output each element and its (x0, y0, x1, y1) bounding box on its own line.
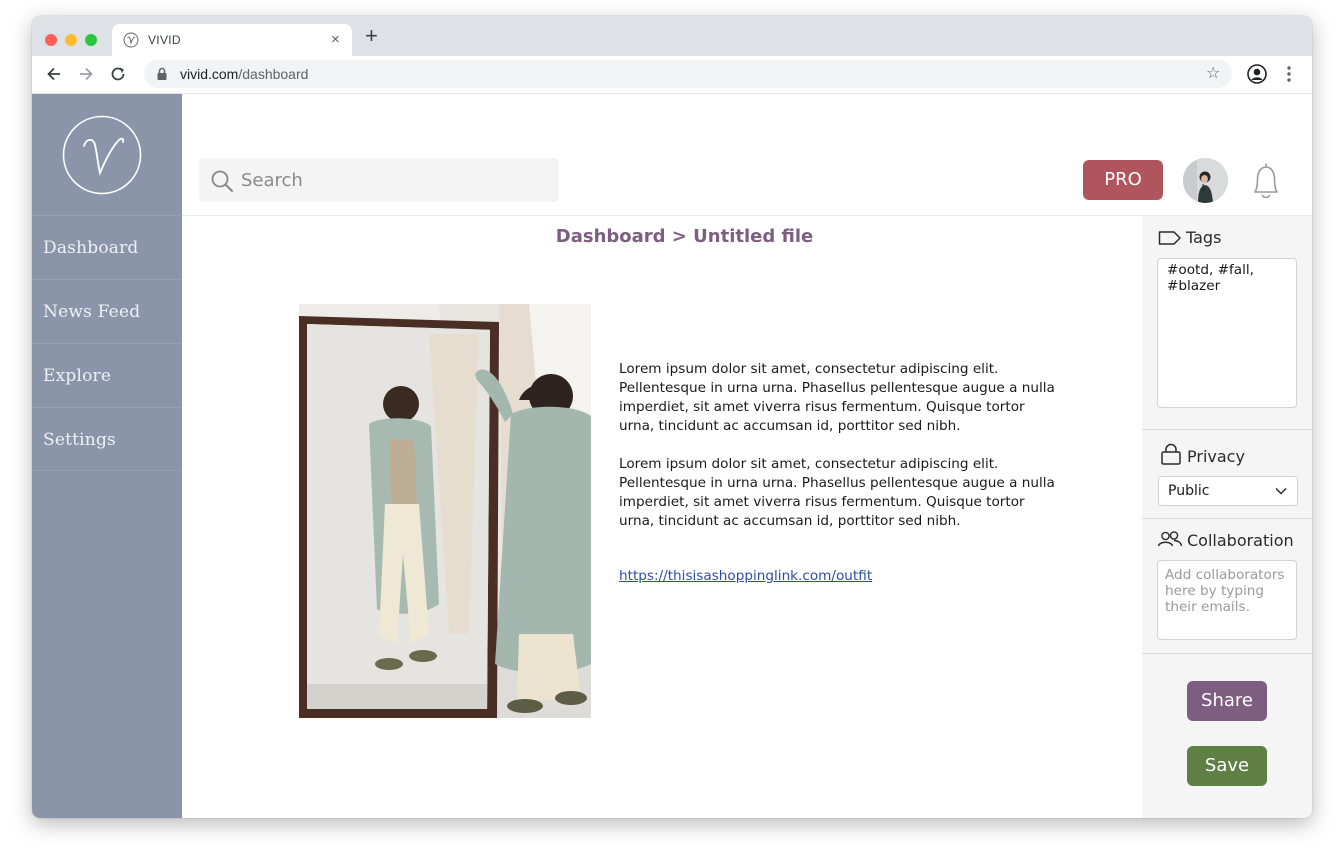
reload-icon[interactable] (108, 64, 128, 84)
url-domain: vivid.com (180, 66, 239, 82)
collaborators-field[interactable] (1157, 560, 1297, 640)
collaboration-title: Collaboration (1187, 531, 1294, 550)
avatar[interactable] (1183, 158, 1228, 203)
divider (1142, 653, 1312, 654)
minimize-window-button[interactable] (65, 34, 77, 46)
address-bar[interactable]: vivid.com/dashboard ☆ (144, 60, 1232, 88)
search-input[interactable] (241, 165, 541, 195)
more-icon[interactable] (1282, 64, 1296, 84)
chevron-down-icon (1275, 487, 1287, 495)
search-bar[interactable] (199, 158, 559, 202)
app-root: Dashboard News Feed Explore Settings PRO (32, 94, 1312, 818)
url-path: /dashboard (238, 66, 309, 82)
browser-tab[interactable]: VIVID × (112, 24, 352, 56)
browser-window: VIVID × + vivid.com/dashboard ☆ Dashboar… (32, 16, 1312, 818)
back-icon[interactable] (44, 64, 64, 84)
breadcrumb: Dashboard > Untitled file (555, 226, 814, 247)
top-header: PRO (182, 94, 1312, 216)
bell-icon[interactable] (1248, 161, 1284, 201)
search-icon (211, 170, 233, 192)
pro-button[interactable]: PRO (1083, 160, 1163, 200)
star-icon[interactable]: ☆ (1206, 63, 1220, 82)
tags-field[interactable]: #ootd, #fall, #blazer (1157, 258, 1297, 408)
shopping-link[interactable]: https://thisisashoppinglink.com/outfit (619, 568, 872, 584)
share-button[interactable]: Share (1187, 681, 1267, 721)
maximize-window-button[interactable] (85, 34, 97, 46)
tags-title: Tags (1186, 228, 1222, 247)
right-panel: Tags #ootd, #fall, #blazer Privacy Publi… (1142, 216, 1312, 818)
forward-icon[interactable] (76, 64, 96, 84)
people-icon (1157, 531, 1183, 547)
tab-title: VIVID (148, 33, 181, 47)
profile-icon[interactable] (1247, 64, 1267, 84)
url-text: vivid.com/dashboard (180, 66, 308, 82)
privacy-title: Privacy (1187, 447, 1245, 466)
outfit-photo (299, 304, 591, 718)
browser-toolbar: vivid.com/dashboard ☆ (32, 56, 1312, 94)
tab-close-icon[interactable]: × (331, 31, 340, 48)
privacy-select[interactable]: Public (1158, 476, 1298, 506)
post-text: Lorem ipsum dolor sit amet, consectetur … (619, 360, 1059, 550)
main-content: Dashboard > Untitled file Lorem ipsum do… (182, 216, 1142, 818)
divider (1142, 429, 1312, 430)
close-window-button[interactable] (45, 34, 57, 46)
lock-icon (157, 67, 167, 80)
paragraph: Lorem ipsum dolor sit amet, consectetur … (619, 361, 1055, 434)
tab-strip: VIVID × + (32, 16, 1312, 56)
sidebar-item-dashboard[interactable]: Dashboard (32, 215, 182, 279)
padlock-icon (1161, 443, 1181, 465)
privacy-value: Public (1168, 483, 1210, 499)
tag-icon (1158, 231, 1181, 245)
outfit-photo-illustration (299, 304, 591, 718)
divider (1142, 518, 1312, 519)
sidebar-item-settings[interactable]: Settings (32, 407, 182, 471)
avatar-portrait (1183, 158, 1228, 203)
sidebar-item-news-feed[interactable]: News Feed (32, 279, 182, 343)
vivid-favicon-icon (123, 32, 139, 48)
sidebar-item-explore[interactable]: Explore (32, 343, 182, 407)
new-tab-button[interactable]: + (365, 25, 378, 47)
save-button[interactable]: Save (1187, 746, 1267, 786)
vivid-logo-icon[interactable] (62, 115, 142, 195)
paragraph: Lorem ipsum dolor sit amet, consectetur … (619, 456, 1055, 529)
sidebar: Dashboard News Feed Explore Settings (32, 94, 182, 818)
